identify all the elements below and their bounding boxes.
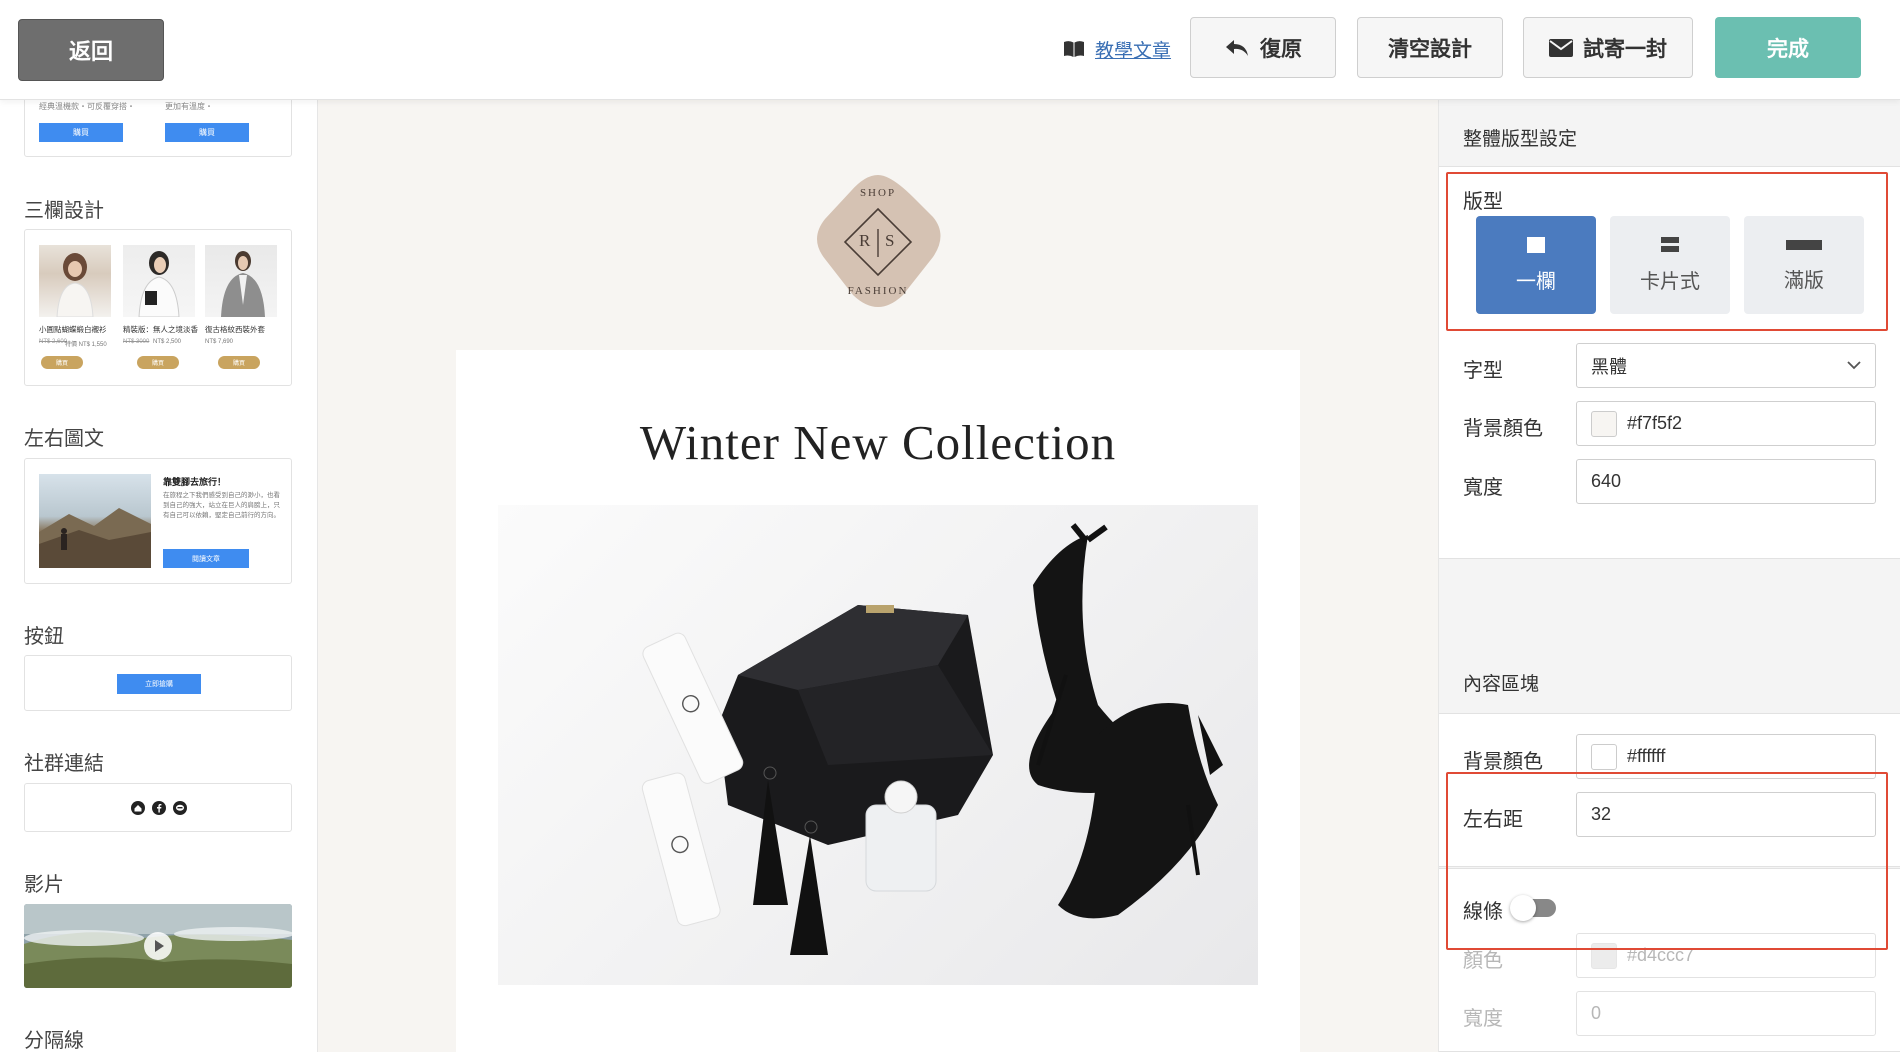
product-image (39, 245, 111, 318)
product-price: NT$ 7,690 (205, 339, 234, 345)
two-col-block-card[interactable]: 經典溫機款・可反覆穿搭・ 更加有溫度・ 購買 購買 (24, 100, 292, 157)
content-block-title: 內容區塊 (1439, 645, 1900, 711)
product-image (205, 245, 277, 317)
line-width-input[interactable]: 0 (1576, 991, 1876, 1036)
font-value: 黑體 (1591, 356, 1627, 377)
divider-title: 分隔線 (24, 1030, 84, 1052)
facebook-icon (152, 801, 166, 815)
card-desc-left: 經典溫機款・可反覆穿搭・ (39, 102, 135, 111)
bg-color-swatch[interactable] (1591, 410, 1617, 437)
content-bg-label: 背景顏色 (1463, 751, 1543, 773)
tutorial-label[interactable]: 教學文章 (1095, 36, 1171, 63)
button-section-title: 按鈕 (24, 626, 64, 648)
product-name: 小圓點蝴蝶緞白襯衫 (39, 325, 107, 334)
three-col-title: 三欄設計 (24, 200, 104, 222)
line-highlight-box (1446, 772, 1888, 950)
product-buy-button: 購買 (218, 356, 260, 369)
logo-letter-right: S (885, 231, 895, 250)
social-block-card[interactable] (24, 783, 292, 832)
width-label: 寬度 (1463, 477, 1503, 499)
card-desc-right: 更加有溫度・ (165, 102, 213, 111)
product-buy-button: 購買 (137, 356, 179, 369)
model-figure-icon (221, 251, 265, 317)
left-right-block-card[interactable]: 靠雙腳去旅行！ 在旅程之下我們感受到自己的渺小，也看到自己的強大，站立在巨人的肩… (24, 458, 292, 584)
logo-letter-left: R (859, 231, 871, 250)
bg-color-label: 背景顏色 (1463, 418, 1543, 440)
tutorial-link[interactable]: 教學文章 (1063, 34, 1171, 64)
button-block-card[interactable]: 立即搶購 (24, 655, 292, 711)
shop-logo[interactable]: SHOP R S FASHION (803, 167, 953, 317)
block-library-sidebar: 經典溫機款・可反覆穿搭・ 更加有溫度・ 購買 購買 三欄設計 小圓點蝴蝶緞白襯衫… (0, 100, 318, 1052)
clear-design-label: 清空設計 (1388, 37, 1472, 61)
hero-image[interactable] (498, 505, 1258, 985)
play-icon (144, 932, 172, 960)
card-buy-button: 購買 (39, 123, 123, 142)
settings-panel: 整體版型設定 版型 一欄 卡片式 滿版 字型 黑體 背景顏色 #f7f5f2 寬… (1438, 100, 1900, 1052)
mountain-hiker-icon (39, 508, 151, 568)
book-icon (1064, 41, 1084, 57)
buy-now-button: 立即搶購 (117, 674, 201, 694)
product-price: NT$ 2,500 (153, 339, 182, 345)
email-content-block[interactable]: Winter New Collection (456, 350, 1300, 1052)
product-name: 精裝版：無人之境淡香 (123, 325, 198, 334)
logo-text-top: SHOP (859, 187, 897, 199)
video-block-card[interactable] (24, 904, 292, 988)
email-title[interactable]: Winter New Collection (456, 414, 1300, 471)
undo-icon (1226, 39, 1248, 56)
video-title: 影片 (24, 874, 64, 896)
logo-text-bottom: FASHION (847, 285, 909, 297)
model-figure-icon (56, 253, 94, 318)
product-name: 復古格紋西裝外套 (205, 325, 265, 334)
bg-color-input[interactable]: #f7f5f2 (1576, 401, 1876, 446)
card-buy-button: 購買 (165, 123, 249, 142)
social-title: 社群連結 (24, 753, 104, 775)
content-bg-swatch[interactable] (1591, 743, 1617, 770)
content-bg-value: #ffffff (1627, 746, 1666, 766)
left-right-title: 左右圖文 (24, 428, 104, 450)
font-label: 字型 (1463, 360, 1503, 382)
layout-highlight-box (1446, 172, 1888, 331)
social-icons-row (131, 801, 187, 815)
test-send-button[interactable]: 試寄一封 (1523, 17, 1693, 78)
width-value: 640 (1591, 471, 1622, 491)
test-send-label: 試寄一封 (1583, 37, 1667, 61)
undo-button[interactable]: 復原 (1190, 17, 1336, 78)
product-buy-button: 購買 (41, 356, 83, 369)
home-icon (131, 801, 145, 815)
line-width-label: 寬度 (1463, 1008, 1503, 1030)
model-figure-icon (138, 251, 180, 318)
product-old-price: NT$ 3000 (123, 339, 150, 345)
product-old-price: NT$ 2,600 (39, 339, 68, 345)
envelope-icon (1549, 38, 1573, 57)
bg-color-value: #f7f5f2 (1627, 413, 1683, 433)
email-canvas: SHOP R S FASHION Winter New Collection (318, 100, 1438, 1052)
global-settings-title: 整體版型設定 (1439, 100, 1900, 166)
article-body: 在旅程之下我們感受到自己的渺小，也看到自己的強大，站立在巨人的肩膀上，只有自己可… (163, 492, 280, 520)
fashion-accessories-image (641, 523, 1223, 955)
width-input[interactable]: 640 (1576, 459, 1876, 504)
top-toolbar: 返回 教學文章 復原 清空設計 試寄一封 完成 (0, 0, 1900, 100)
line-icon (173, 801, 187, 815)
article-heading: 靠雙腳去旅行！ (163, 477, 227, 487)
travel-image (39, 474, 151, 568)
line-width-value: 0 (1591, 1003, 1602, 1023)
done-button[interactable]: 完成 (1715, 17, 1861, 78)
chevron-down-icon (1847, 361, 1861, 370)
product-image (123, 245, 195, 318)
read-article-button: 閱讀文章 (163, 549, 249, 568)
back-button[interactable]: 返回 (18, 19, 164, 81)
font-select[interactable]: 黑體 (1576, 343, 1876, 388)
product-price: 特價 NT$ 1,550 (65, 342, 107, 348)
three-col-block-card[interactable]: 小圓點蝴蝶緞白襯衫 NT$ 2,600 特價 NT$ 1,550 購買 精裝版：… (24, 229, 292, 386)
undo-label: 復原 (1260, 37, 1302, 61)
clear-design-button[interactable]: 清空設計 (1357, 17, 1503, 78)
